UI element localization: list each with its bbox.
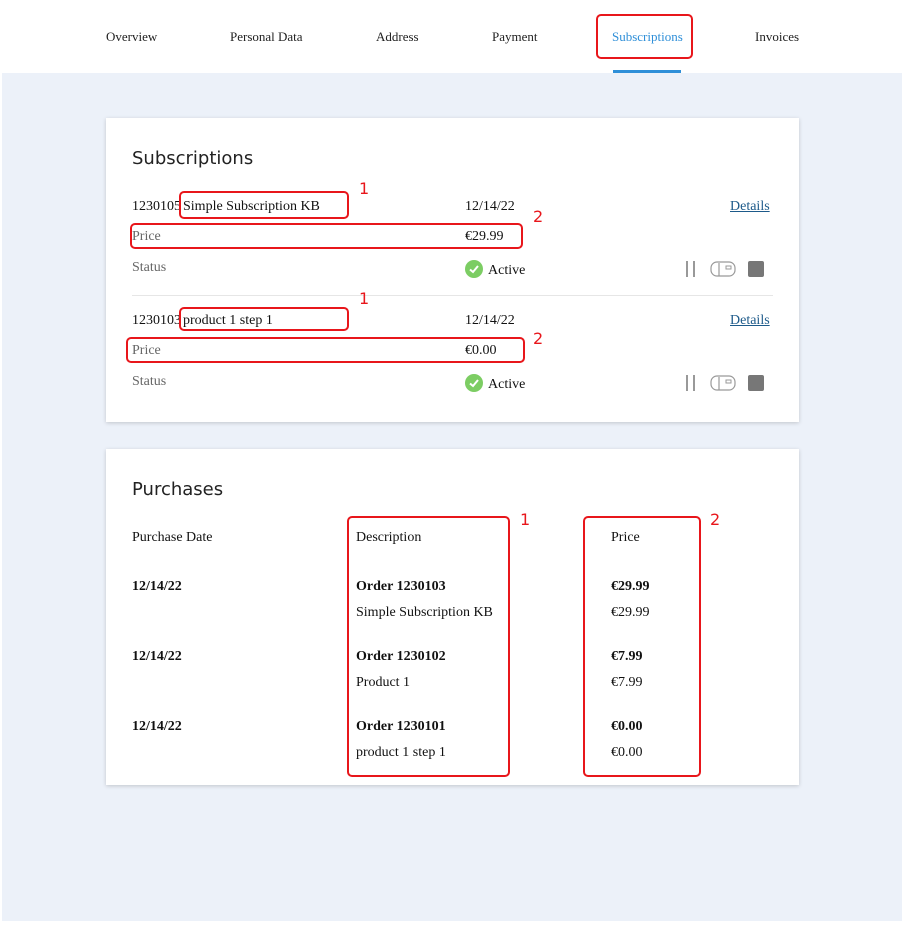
column-header-date: Purchase Date (132, 530, 213, 545)
purchase-date: 12/14/22 (132, 719, 182, 734)
content-area: Subscriptions 1230105 Simple Subscriptio… (2, 73, 902, 921)
tab-overview[interactable]: Overview (106, 29, 157, 45)
tab-personal-data[interactable]: Personal Data (230, 29, 303, 45)
check-circle-icon (465, 374, 483, 392)
annotation-marker: 2 (533, 207, 544, 226)
pause-icon[interactable] (685, 375, 697, 391)
highlight-box-price (126, 337, 525, 363)
highlight-box-price (130, 223, 523, 249)
subscription-date: 12/14/22 (465, 199, 515, 214)
status-value: Active (488, 377, 526, 392)
subscription-id: 1230105 (132, 199, 181, 214)
purchase-date: 12/14/22 (132, 649, 182, 664)
details-link[interactable]: Details (730, 199, 770, 215)
top-navigation: Overview Personal Data Address Payment S… (0, 0, 916, 73)
status-label: Status (132, 260, 167, 275)
purchases-card: Purchases Purchase Date Description Pric… (106, 449, 799, 785)
subscription-date: 12/14/22 (465, 313, 515, 328)
annotation-marker: 1 (520, 510, 531, 529)
highlight-box-description (347, 516, 510, 777)
annotation-marker: 1 (359, 289, 370, 308)
subscription-id: 1230103 (132, 313, 181, 328)
purchases-title: Purchases (132, 479, 224, 500)
status-label: Status (132, 374, 167, 389)
check-circle-icon (465, 260, 483, 278)
stop-icon[interactable] (748, 375, 764, 391)
annotation-marker: 2 (533, 329, 544, 348)
tab-address[interactable]: Address (376, 29, 419, 45)
tab-invoices[interactable]: Invoices (755, 29, 799, 45)
subscriptions-card: Subscriptions 1230105 Simple Subscriptio… (106, 118, 799, 422)
tab-payment[interactable]: Payment (492, 29, 538, 45)
annotation-marker: 2 (710, 510, 721, 529)
purchase-date: 12/14/22 (132, 579, 182, 594)
stop-icon[interactable] (748, 261, 764, 277)
status-value: Active (488, 263, 526, 278)
divider (132, 295, 773, 296)
details-link[interactable]: Details (730, 313, 770, 329)
pause-icon[interactable] (685, 261, 697, 277)
highlight-box-tab (596, 14, 693, 59)
subscriptions-title: Subscriptions (132, 148, 254, 169)
annotation-marker: 1 (359, 179, 370, 198)
highlight-box-name (179, 191, 349, 219)
highlight-box-price (583, 516, 701, 777)
mailbox-icon[interactable] (710, 261, 736, 277)
mailbox-icon[interactable] (710, 375, 736, 391)
highlight-box-name (179, 307, 349, 331)
